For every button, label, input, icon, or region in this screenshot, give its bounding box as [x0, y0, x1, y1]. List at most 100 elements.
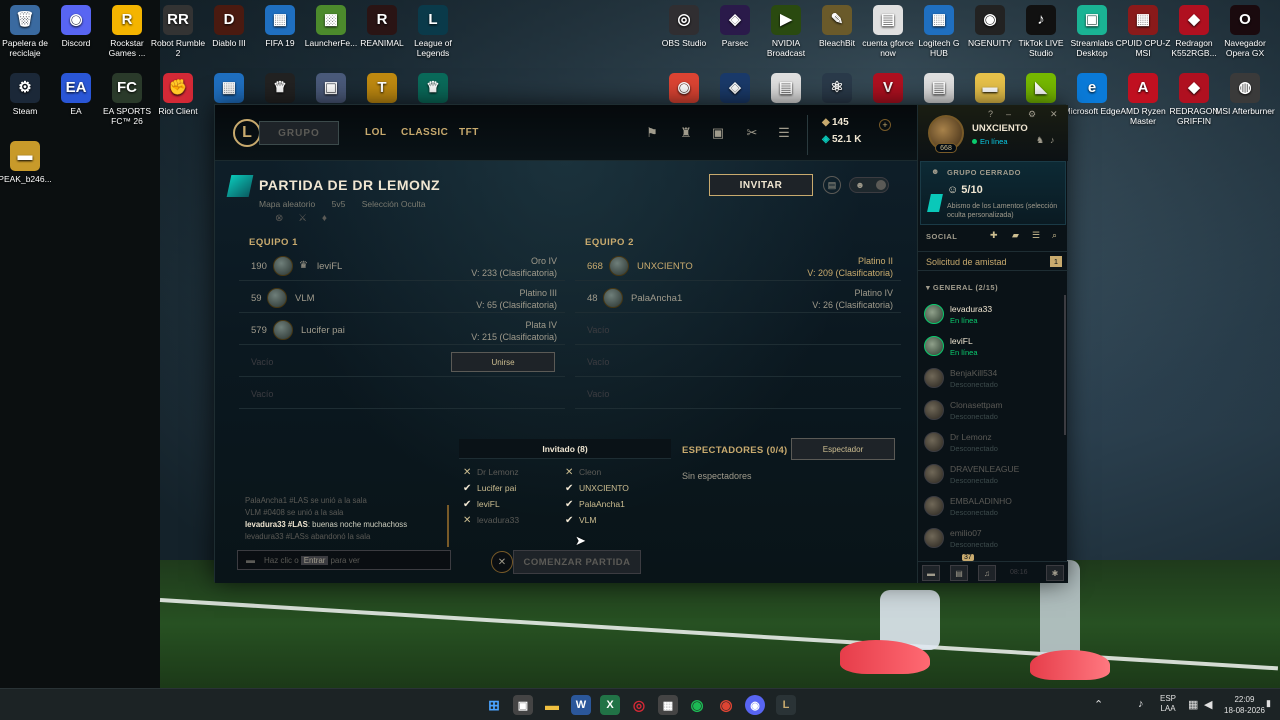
team-slot[interactable]: 579 Lucifer pai Plata IV V: 215 (Clasificat…: [239, 315, 565, 345]
position-icon[interactable]: ⊗: [275, 213, 283, 224]
team-slot[interactable]: 190 ♛ leviFL Oro IV V: 233 (Clasificatoria): [239, 251, 565, 281]
friend-list-item[interactable]: emilio07 Desconectado: [922, 523, 1062, 553]
store-icon[interactable]: ☰: [775, 124, 793, 142]
notifications-icon[interactable]: ▮: [1266, 698, 1271, 709]
join-slot-button[interactable]: Unirse: [451, 352, 555, 372]
spotify-icon[interactable]: ◉: [687, 695, 707, 715]
start-game-area: ✕ COMENZAR PARTIDA: [491, 549, 643, 575]
profile-status[interactable]: En línea: [972, 137, 1008, 146]
file-explorer-icon[interactable]: ▬: [542, 695, 562, 715]
chat-scrollbar[interactable]: [447, 505, 449, 547]
tools-icon[interactable]: ✂: [743, 124, 761, 142]
search-icon[interactable]: ⌕: [1052, 230, 1057, 241]
lobby-mode: 5v5: [331, 199, 346, 209]
tray-overflow-icon[interactable]: ⌃: [1094, 698, 1103, 711]
opera-gx-icon[interactable]: ◎: [629, 695, 649, 715]
position-icon[interactable]: ⚔: [298, 213, 307, 224]
missions-icon[interactable]: ▤: [950, 565, 968, 581]
voice-mic-icon[interactable]: ♫: [978, 565, 996, 581]
excel-icon[interactable]: X: [600, 695, 620, 715]
add-folder-icon[interactable]: ▰: [1012, 230, 1019, 241]
input-language[interactable]: ESP LAA: [1160, 694, 1176, 714]
nav-tft[interactable]: TFT: [459, 127, 479, 138]
rank-tier: Platino II: [857, 256, 893, 266]
summoner-avatar[interactable]: [603, 288, 623, 308]
word-icon[interactable]: W: [571, 695, 591, 715]
friend-list-item[interactable]: Dr Lemonz Desconectado: [922, 427, 1062, 457]
profile-flag-icon[interactable]: ⚑: [643, 124, 661, 142]
team-slot[interactable]: Vacío Unirse: [239, 347, 565, 377]
general-group-header[interactable]: ▾ GENERAL (2/15): [926, 283, 998, 292]
friend-request-row[interactable]: Solicitud de amistad 1: [918, 251, 1068, 271]
loot-chest-icon[interactable]: ▣: [709, 124, 727, 142]
team-slot[interactable]: Vacío: [575, 347, 901, 377]
friend-list-item[interactable]: EMBALADINHO Desconectado: [922, 491, 1062, 521]
summoner-rank: Plata IV V: 215 (Clasificatoria): [471, 319, 557, 343]
close-icon: ✕: [565, 467, 574, 478]
summoner-avatar[interactable]: [273, 320, 293, 340]
team-slot[interactable]: 59 VLM Platino III V: 65 (Clasificatoria): [239, 283, 565, 313]
help-icon[interactable]: ?: [988, 109, 993, 119]
nav-classic[interactable]: CLASSIC: [401, 127, 448, 138]
desktop-icon[interactable]: O Navegador Opera GX: [1215, 0, 1275, 58]
league-taskbar-icon[interactable]: L: [776, 695, 796, 715]
nav-lol[interactable]: LOL: [365, 127, 387, 138]
lobby-settings-icon[interactable]: ▤: [823, 176, 841, 194]
settings-gear-icon[interactable]: ⚙: [1028, 109, 1036, 120]
leave-lobby-close-icon[interactable]: ✕: [491, 551, 513, 573]
start-menu-icon[interactable]: ⊞: [484, 695, 504, 715]
social-clock: 08:16: [1010, 569, 1028, 576]
network-icon[interactable]: ▦: [1188, 698, 1198, 711]
bug-report-icon[interactable]: ✱: [1046, 565, 1064, 581]
start-game-button[interactable]: COMENZAR PARTIDA: [513, 550, 641, 574]
league-logo-icon[interactable]: L: [233, 119, 261, 147]
invited-player: ✔ PalaAncha1: [565, 497, 625, 511]
group-button[interactable]: GRUPO: [259, 121, 339, 145]
summoner-avatar[interactable]: [267, 288, 287, 308]
profile-header[interactable]: 668 UNXCIENTO En línea ? – ⚙ ✕ ♞ ♪: [918, 105, 1068, 161]
chat-icon[interactable]: ▬: [922, 565, 940, 581]
tft-icon: T: [367, 73, 397, 103]
closed-group-card[interactable]: ☻ GRUPO CERRADO ☺ 5/10 Abismo de los Lam…: [920, 161, 1066, 225]
team-slot[interactable]: Vacío: [575, 379, 901, 409]
position-icon[interactable]: ♦: [322, 213, 327, 224]
desktop-icon[interactable]: ♛: [403, 68, 463, 106]
team-slot[interactable]: 668 UNXCIENTO Platino II V: 209 (Clasificat…: [575, 251, 901, 281]
desktop-icon[interactable]: ◍ MSI Afterburner: [1215, 68, 1275, 116]
chat-input[interactable]: ▬ Haz clic o Entrar para ver: [237, 550, 451, 570]
close-icon[interactable]: ✕: [1050, 109, 1058, 120]
friends-scrollbar[interactable]: [1064, 295, 1066, 435]
add-friend-icon[interactable]: ✚: [990, 230, 998, 241]
ranked-emblem-icon[interactable]: ♞: [1036, 135, 1044, 146]
invited-player: ✔ VLM: [565, 513, 596, 527]
team-slot[interactable]: Vacío: [575, 315, 901, 345]
discord-icon[interactable]: ◉: [745, 695, 765, 715]
friend-list-item[interactable]: levadura33 En línea: [922, 299, 1062, 329]
spectator-button[interactable]: Espectador: [791, 438, 895, 460]
volume-icon[interactable]: ◀: [1204, 698, 1212, 711]
desktop-icon[interactable]: ▬ PEAK_b246...: [0, 136, 55, 184]
friend-list-item[interactable]: Clonasettpam Desconectado: [922, 395, 1062, 425]
team-slot[interactable]: 48 PalaAncha1 Platino IV V: 26 (Clasificato…: [575, 283, 901, 313]
store-app-icon[interactable]: ▦: [658, 695, 678, 715]
invite-button[interactable]: INVITAR: [709, 174, 813, 196]
friend-list-item[interactable]: DRAVENLEAGUE Desconectado: [922, 459, 1062, 489]
summoner-avatar[interactable]: [609, 256, 629, 276]
notifications-bell-icon[interactable]: ♪: [1050, 135, 1055, 145]
friend-list-item[interactable]: BenjaKill534 Desconectado: [922, 363, 1062, 393]
friend-list-item[interactable]: leviFL En línea: [922, 331, 1062, 361]
buy-rp-plus-icon[interactable]: +: [879, 119, 891, 131]
minimize-icon[interactable]: –: [1006, 109, 1011, 119]
summoner-avatar[interactable]: [273, 256, 293, 276]
invited-player: ✔ leviFL: [463, 497, 500, 511]
taskbar-clock[interactable]: 22:09 18-08-2026: [1224, 694, 1265, 716]
blue-essence-amount: 145: [832, 117, 849, 128]
task-view-icon[interactable]: ▣: [513, 695, 533, 715]
desktop-icon[interactable]: L League of Legends: [403, 0, 463, 58]
chat-input-key: Entrar: [300, 555, 329, 565]
team-slot[interactable]: Vacío: [239, 379, 565, 409]
chrome-icon[interactable]: ◉: [716, 695, 736, 715]
list-view-icon[interactable]: ☰: [1032, 230, 1040, 241]
microphone-icon[interactable]: ♪: [1138, 698, 1144, 710]
collection-icon[interactable]: ♜: [677, 124, 695, 142]
